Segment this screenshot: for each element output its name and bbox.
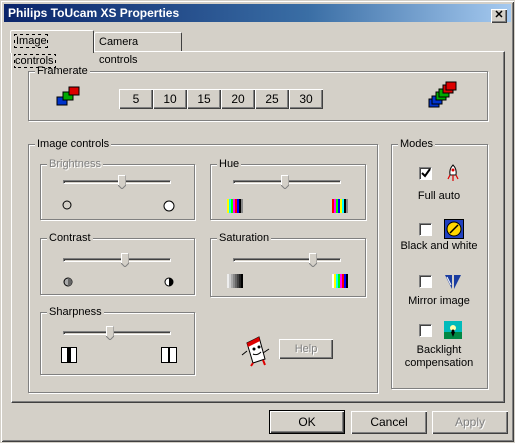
framerate-10-button[interactable]: 10 bbox=[153, 89, 187, 109]
sharpness-low-icon bbox=[61, 347, 77, 363]
mascot-icon bbox=[241, 336, 270, 367]
contrast-high-icon bbox=[164, 277, 174, 287]
backlight-label-line1: Backlight bbox=[416, 344, 462, 356]
framerate-20-button[interactable]: 20 bbox=[221, 89, 255, 109]
checkmark-icon bbox=[421, 168, 431, 178]
backlight-compensation-checkbox[interactable] bbox=[419, 324, 432, 337]
saturation-group: Saturation bbox=[210, 231, 366, 297]
tab-camera-controls[interactable]: Camera controls bbox=[94, 32, 182, 66]
black-and-white-checkbox[interactable] bbox=[419, 223, 432, 236]
image-controls-label: Image controls bbox=[35, 137, 112, 151]
backlight-icon bbox=[444, 321, 462, 339]
saturation-high-icon bbox=[332, 274, 348, 288]
cancel-button[interactable]: Cancel bbox=[351, 411, 427, 434]
mirror-image-label: Mirror image bbox=[408, 295, 470, 307]
sharpness-slider-track[interactable] bbox=[63, 331, 171, 335]
tab-image-controls[interactable]: Image controls bbox=[10, 30, 94, 68]
brightness-low-icon bbox=[62, 200, 72, 210]
bw-palette-icon bbox=[444, 219, 464, 239]
contrast-low-icon bbox=[63, 277, 73, 287]
framerate-30-button[interactable]: 30 bbox=[289, 89, 323, 109]
properties-window: Philips ToUcam XS Properties ✕ Image con… bbox=[0, 0, 515, 443]
contrast-slider-track[interactable] bbox=[63, 258, 171, 262]
hue-low-icon bbox=[227, 199, 243, 213]
ok-button[interactable]: OK bbox=[269, 410, 345, 434]
fast-framerate-icon bbox=[428, 81, 457, 108]
sharpness-group: Sharpness bbox=[40, 305, 195, 375]
hue-high-icon bbox=[332, 199, 348, 213]
black-and-white-label: Black and white bbox=[400, 240, 478, 252]
mirror-icon bbox=[445, 275, 461, 289]
rocket-icon bbox=[447, 164, 459, 181]
brightness-high-icon bbox=[163, 200, 175, 212]
help-button[interactable]: Help bbox=[279, 339, 333, 359]
full-auto-checkbox[interactable] bbox=[419, 167, 432, 180]
hue-slider-thumb[interactable] bbox=[281, 175, 289, 189]
framerate-5-button[interactable]: 5 bbox=[119, 89, 153, 109]
tab-image-controls-label: Image controls bbox=[14, 34, 56, 68]
saturation-low-icon bbox=[227, 274, 243, 288]
brightness-slider-track[interactable] bbox=[63, 180, 171, 184]
full-auto-label: Full auto bbox=[417, 190, 461, 202]
mirror-image-checkbox[interactable] bbox=[419, 275, 432, 288]
saturation-slider-thumb[interactable] bbox=[309, 253, 317, 267]
sharpness-label: Sharpness bbox=[47, 305, 104, 319]
framerate-15-button[interactable]: 15 bbox=[187, 89, 221, 109]
contrast-slider-thumb[interactable] bbox=[121, 253, 129, 267]
sharpness-slider-thumb[interactable] bbox=[106, 326, 114, 340]
title-bar[interactable]: Philips ToUcam XS Properties ✕ bbox=[4, 4, 511, 23]
framerate-25-button[interactable]: 25 bbox=[255, 89, 289, 109]
hue-label: Hue bbox=[217, 157, 242, 171]
backlight-label-line2: compensation bbox=[404, 357, 474, 369]
brightness-slider-thumb[interactable] bbox=[118, 175, 126, 189]
window-title: Philips ToUcam XS Properties bbox=[8, 6, 180, 20]
slow-framerate-icon bbox=[56, 86, 80, 106]
close-icon: ✕ bbox=[494, 9, 504, 21]
modes-label: Modes bbox=[398, 137, 436, 151]
sharpness-high-icon bbox=[161, 347, 177, 363]
saturation-slider-track[interactable] bbox=[233, 258, 341, 262]
contrast-label: Contrast bbox=[47, 231, 93, 245]
close-button[interactable]: ✕ bbox=[491, 9, 507, 23]
brightness-label: Brightness bbox=[47, 157, 103, 171]
apply-button[interactable]: Apply bbox=[432, 411, 508, 434]
saturation-label: Saturation bbox=[217, 231, 272, 245]
